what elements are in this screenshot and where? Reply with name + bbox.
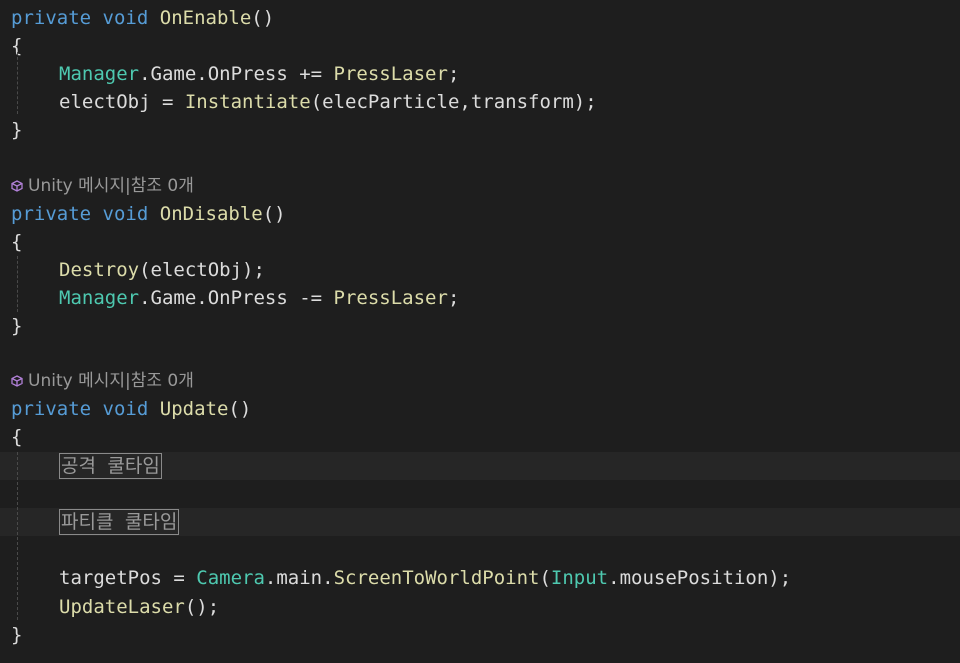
code-text: .mousePosition); [608,567,792,589]
code-line-updatelaser[interactable]: UpdateLaser(); [0,593,960,621]
code-text: .Game.OnPress += [139,63,334,85]
code-text: electObj = [59,91,185,113]
close-brace: } [11,624,23,646]
keyword: void [102,398,149,420]
open-brace: { [11,426,23,448]
code-line-open-brace[interactable]: { [0,228,960,256]
keyword: void [102,203,149,225]
keyword: private [11,398,92,420]
parens: () [262,203,286,225]
indent-guide [17,52,18,114]
method-name: Instantiate [184,91,311,113]
codelens-unity-message[interactable]: Unity 메시지|참조 0개 [11,370,194,392]
close-brace: } [11,315,23,337]
type-name: Camera [196,567,265,589]
method-name: PressLaser [333,287,448,309]
indent-guide [17,452,18,620]
method-name: ScreenToWorldPoint [333,567,540,589]
code-line-update-signature[interactable]: private void Update() [0,395,960,423]
method-name: PressLaser [333,63,448,85]
parens: () [228,398,252,420]
keyword: void [102,7,149,29]
code-text: ( [539,567,551,589]
collapsed-region-attack-cooldown[interactable]: 공격 쿨타임 [59,453,162,479]
code-line-onenable-signature[interactable]: private void OnEnable() [0,4,960,32]
code-text: targetPos = [59,567,197,589]
code-text: .main. [264,567,334,589]
code-line-open-brace[interactable]: { [0,32,960,60]
code-line-region-collapsed[interactable]: 파티클 쿨타임 [0,508,960,536]
indent-guide [17,256,18,312]
code-line-close-brace[interactable]: } [0,116,960,144]
method-name: Update [159,398,229,420]
code-line-instantiate[interactable]: electObj = Instantiate(elecParticle,tran… [0,88,960,116]
type-name: Input [550,567,609,589]
codelens-unity-message[interactable]: Unity 메시지|참조 0개 [11,175,194,197]
close-brace: } [11,119,23,141]
collapsed-region-particle-cooldown[interactable]: 파티클 쿨타임 [59,509,180,535]
method-name: OnDisable [159,203,263,225]
code-line-close-brace[interactable]: } [0,621,960,649]
code-line-region-collapsed[interactable]: 공격 쿨타임 [0,452,960,480]
code-line-open-brace[interactable]: { [0,423,960,451]
method-name: OnEnable [159,7,252,29]
unity-cube-icon [11,375,23,387]
code-line-ondisable-signature[interactable]: private void OnDisable() [0,200,960,228]
code-text: ; [447,63,460,85]
unity-cube-icon [11,180,23,192]
codelens-text: Unity 메시지|참조 0개 [28,371,194,391]
code-text: (); [184,596,220,618]
keyword: private [11,7,92,29]
code-line-destroy[interactable]: Destroy(electObj); [0,256,960,284]
code-editor[interactable]: private void OnEnable() { Manager.Game.O… [0,0,960,663]
code-text: ; [447,287,460,309]
code-line-targetpos[interactable]: targetPos = Camera.main.ScreenToWorldPoi… [0,564,960,592]
codelens-text: Unity 메시지|참조 0개 [28,176,194,196]
code-line-close-brace[interactable]: } [0,312,960,340]
keyword: private [11,203,92,225]
open-brace: { [11,231,23,253]
code-line-unsubscribe[interactable]: Manager.Game.OnPress -= PressLaser; [0,284,960,312]
type-name: Manager [59,287,140,309]
code-text: (electObj); [139,259,265,281]
method-name: Destroy [59,259,140,281]
parens: () [251,7,275,29]
code-text: (elecParticle,transform); [310,91,597,113]
type-name: Manager [59,63,140,85]
code-line-subscribe[interactable]: Manager.Game.OnPress += PressLaser; [0,60,960,88]
code-text: .Game.OnPress -= [139,287,334,309]
method-name: UpdateLaser [59,596,185,618]
